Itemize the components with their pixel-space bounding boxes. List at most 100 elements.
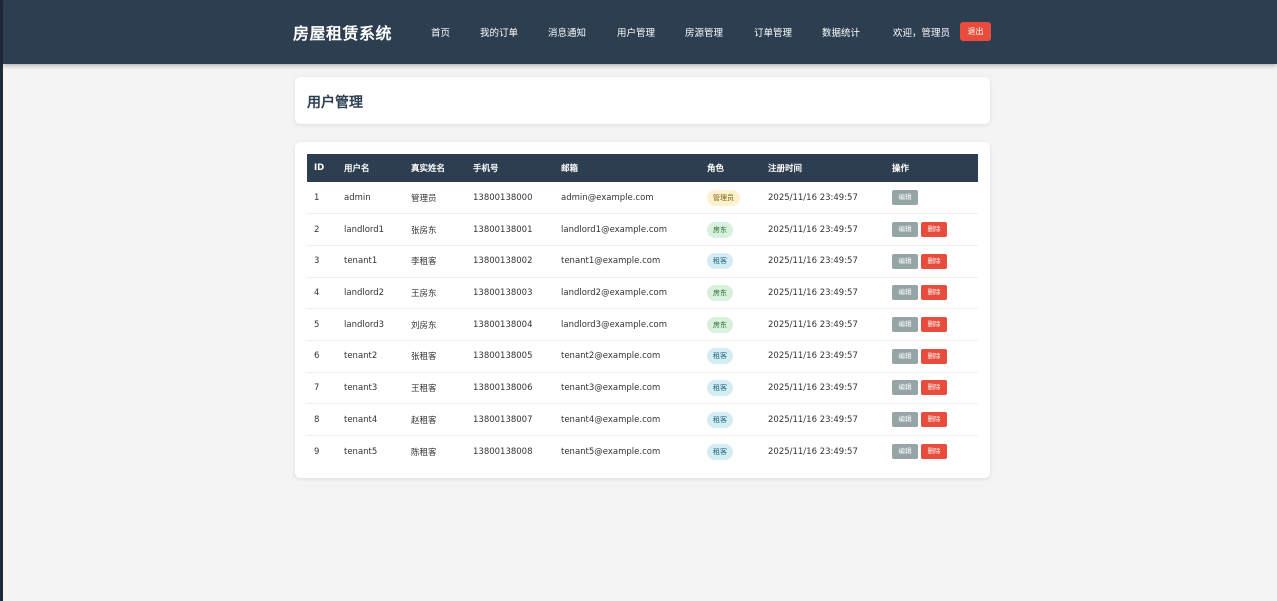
cell-phone: 13800138006 <box>473 382 533 393</box>
cell-role: 租客 <box>700 245 761 277</box>
delete-button[interactable]: 删除 <box>921 380 947 396</box>
cell-role: 房东 <box>700 214 761 246</box>
table-row: 1 admin 管理员 13800138000 admin@example.com 管理员… <box>307 182 978 214</box>
delete-button[interactable]: 删除 <box>921 222 947 238</box>
table-row: 6 tenant2 张租客 13800138005 tenant2@example.co… <box>307 340 978 373</box>
cell-actions: 编辑 删除 <box>885 245 978 277</box>
header-id: ID <box>314 163 325 173</box>
cell-registered: 2025/11/16 23:49:57 <box>768 192 858 203</box>
cell-username: tenant3 <box>344 382 378 393</box>
delete-button[interactable]: 删除 <box>921 444 947 460</box>
edit-button[interactable]: 编辑 <box>892 317 918 333</box>
page-title: 用户管理 <box>307 95 363 111</box>
role-badge: 房东 <box>707 284 733 301</box>
title-card: 用户管理 <box>295 77 990 124</box>
cell-role: 租客 <box>700 340 761 372</box>
cell-actions: 编辑 删除 <box>885 372 978 404</box>
cell-phone: 13800138004 <box>473 319 533 330</box>
cell-phone: 13800138008 <box>473 446 533 457</box>
edit-button[interactable]: 编辑 <box>892 190 918 206</box>
cell-registered: 2025/11/16 23:49:57 <box>768 382 858 393</box>
delete-button[interactable]: 删除 <box>921 285 947 301</box>
delete-button[interactable]: 删除 <box>921 348 947 364</box>
edit-button[interactable]: 编辑 <box>892 285 918 301</box>
edit-button[interactable]: 编辑 <box>892 412 918 428</box>
cell-id: 1 <box>314 192 320 203</box>
header-realname: 真实姓名 <box>411 164 446 174</box>
cell-phone: 13800138007 <box>473 414 533 425</box>
cell-role: 房东 <box>700 277 761 309</box>
delete-button[interactable]: 删除 <box>921 412 947 428</box>
cell-username: tenant2 <box>344 351 378 362</box>
cell-email: landlord3@example.com <box>561 319 668 330</box>
role-badge: 房东 <box>707 316 733 333</box>
cell-id: 4 <box>314 287 320 298</box>
cell-username: landlord3 <box>344 319 385 330</box>
cell-actions: 编辑 删除 <box>885 309 978 341</box>
top-navbar: 房屋租赁系统 首页 我的订单 消息通知 用户管理 房源管理 订单管理 数据统计 … <box>3 0 1277 64</box>
cell-role: 租客 <box>700 404 761 436</box>
cell-realname: 陈租客 <box>411 447 437 458</box>
cell-registered: 2025/11/16 23:49:57 <box>768 351 858 362</box>
cell-id: 5 <box>314 319 320 330</box>
table-row: 8 tenant4 赵租客 13800138007 tenant4@example.co… <box>307 404 978 436</box>
cell-id: 6 <box>314 351 320 362</box>
role-badge: 租客 <box>707 348 733 365</box>
role-badge: 租客 <box>707 379 733 396</box>
cell-actions: 编辑 删除 <box>885 277 978 309</box>
role-badge: 租客 <box>707 253 733 270</box>
cell-username: landlord1 <box>344 224 385 235</box>
cell-username: tenant1 <box>344 256 378 267</box>
table-row: 2 landlord1 张房东 13800138001 landlord1@exampl… <box>307 214 978 246</box>
header-email: 邮箱 <box>561 164 579 174</box>
header-registered: 注册时间 <box>768 164 803 174</box>
table-row: 5 landlord3 刘房东 13800138004 landlord3@exampl… <box>307 309 978 341</box>
cell-id: 3 <box>314 256 320 267</box>
welcome-text: 欢迎，管理员 <box>893 28 951 39</box>
cell-email: tenant4@example.com <box>561 414 661 425</box>
cell-role: 租客 <box>700 436 761 468</box>
cell-realname: 张房东 <box>411 225 437 236</box>
cell-realname: 张租客 <box>411 352 437 363</box>
cell-email: tenant1@example.com <box>561 256 661 267</box>
cell-email: landlord1@example.com <box>561 224 668 235</box>
role-badge: 房东 <box>707 221 733 238</box>
cell-email: tenant5@example.com <box>561 446 661 457</box>
cell-username: admin <box>344 192 371 203</box>
nav-notifications[interactable]: 消息通知 <box>548 25 586 39</box>
cell-registered: 2025/11/16 23:49:57 <box>768 256 858 267</box>
nav-user-management[interactable]: 用户管理 <box>617 25 655 39</box>
cell-registered: 2025/11/16 23:49:57 <box>768 319 858 330</box>
nav-house-management[interactable]: 房源管理 <box>685 25 723 39</box>
nav-statistics[interactable]: 数据统计 <box>822 25 860 39</box>
table-row: 7 tenant3 王租客 13800138006 tenant3@example.co… <box>307 372 978 404</box>
cell-username: tenant5 <box>344 446 378 457</box>
cell-registered: 2025/11/16 23:49:57 <box>768 414 858 425</box>
cell-actions: 编辑 删除 <box>885 404 978 436</box>
cell-email: tenant2@example.com <box>561 351 661 362</box>
window-edge <box>0 0 3 601</box>
cell-realname: 管理员 <box>411 193 437 204</box>
table-row: 4 landlord2 王房东 13800138003 landlord2@exampl… <box>307 277 978 309</box>
edit-button[interactable]: 编辑 <box>892 222 918 238</box>
edit-button[interactable]: 编辑 <box>892 253 918 269</box>
edit-button[interactable]: 编辑 <box>892 380 918 396</box>
cell-phone: 13800138001 <box>473 224 533 235</box>
cell-realname: 刘房东 <box>411 320 437 331</box>
cell-id: 8 <box>314 414 320 425</box>
cell-phone: 13800138005 <box>473 351 533 362</box>
nav-order-management[interactable]: 订单管理 <box>754 25 792 39</box>
edit-button[interactable]: 编辑 <box>892 444 918 460</box>
users-table: ID 用户名 真实姓名 手机号 邮箱 角色 注册时间 操作 1 admin 管理员 1… <box>307 154 978 467</box>
cell-realname: 王租客 <box>411 383 437 394</box>
logout-button[interactable]: 退出 <box>960 22 991 41</box>
cell-registered: 2025/11/16 23:49:57 <box>768 224 858 235</box>
cell-registered: 2025/11/16 23:49:57 <box>768 446 858 457</box>
delete-button[interactable]: 删除 <box>921 317 947 333</box>
edit-button[interactable]: 编辑 <box>892 348 918 364</box>
nav-home[interactable]: 首页 <box>431 25 450 39</box>
header-username: 用户名 <box>344 164 370 174</box>
nav-my-orders[interactable]: 我的订单 <box>480 25 518 39</box>
delete-button[interactable]: 删除 <box>921 253 947 269</box>
cell-actions: 编辑 删除 <box>885 340 978 372</box>
